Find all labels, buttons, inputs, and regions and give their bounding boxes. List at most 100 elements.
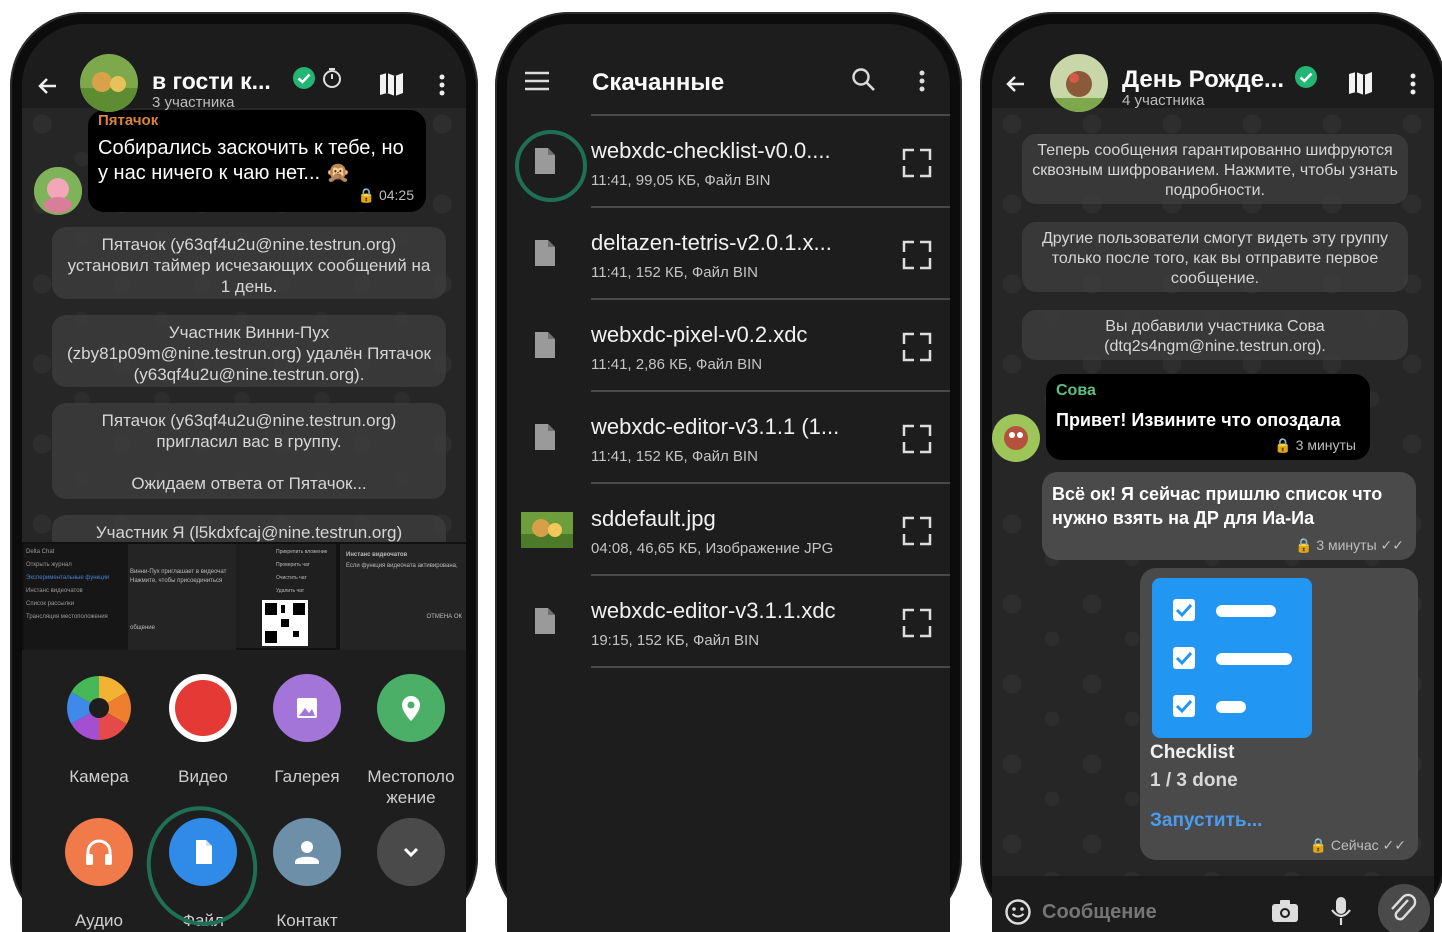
file-row[interactable]: deltazen-tetris-v2.0.1.x... 11:41, 152 К… — [507, 208, 950, 300]
phone-frame-1: Пятачок Собирались заскочить к тебе, но … — [10, 12, 478, 932]
system-message: Пятачок (y63qf4u2u@nine.testrun.org) уст… — [52, 227, 446, 299]
expand-icon[interactable] — [900, 606, 934, 640]
system-message: Другие пользователи смогут видеть эту гр… — [1022, 222, 1408, 292]
message-composer — [992, 876, 1434, 932]
thumb-text: Инстанс видеочатов — [346, 552, 408, 558]
message-text: Всё ок! Я сейчас пришлю список что нужно… — [1052, 484, 1383, 528]
emoji-icon[interactable] — [1004, 898, 1032, 926]
file-icon — [535, 608, 555, 634]
file-icon — [535, 332, 555, 358]
highlight-circle — [146, 806, 258, 926]
expand-icon[interactable] — [900, 238, 934, 272]
file-meta: 11:41, 99,05 КБ, Файл BIN — [591, 172, 771, 189]
camera-icon[interactable] — [1270, 898, 1300, 924]
chat-subtitle: 4 участника — [1122, 92, 1205, 109]
chat-header: День Рожде... 4 участника — [992, 24, 1434, 112]
location-label: Местополо жение — [367, 767, 455, 807]
launch-app-link[interactable]: Запустить... — [1150, 810, 1262, 832]
file-row[interactable]: webxdc-editor-v3.1.1 (1... 11:41, 152 КБ… — [507, 392, 950, 484]
timer-icon — [323, 68, 341, 88]
media-thumbnail[interactable]: Delta Chat Открыть журнал Эксперименталь… — [24, 544, 128, 652]
thumb-text: Очистить чат — [276, 575, 307, 581]
location-button[interactable] — [377, 674, 445, 742]
thumb-text: Проверить чат — [276, 562, 310, 568]
system-message: Вы добавили участника Сова (dtq2s4ngm@ni… — [1022, 310, 1408, 360]
thumb-text: Винни-Пух приглашает в видеочат — [130, 569, 227, 575]
highlight-circle — [515, 130, 587, 202]
file-name: webxdc-checklist-v0.0.... — [591, 138, 831, 163]
back-arrow-icon[interactable] — [36, 74, 60, 98]
back-arrow-icon[interactable] — [1004, 72, 1028, 96]
downloads-header: Скачанные — [507, 24, 950, 116]
system-message[interactable]: Теперь сообщения гарантированно шифруютс… — [1022, 134, 1408, 204]
hamburger-menu-icon[interactable] — [524, 71, 550, 91]
checklist-row — [1172, 646, 1302, 677]
overflow-menu-icon[interactable] — [438, 73, 446, 97]
checklist-app-icon[interactable] — [1152, 578, 1312, 738]
checkbox-checked-icon — [1173, 647, 1292, 669]
gallery-button[interactable] — [273, 674, 341, 742]
page-title: Скачанные — [592, 69, 725, 96]
overflow-menu-icon[interactable] — [918, 69, 926, 93]
camera-label: Камера — [69, 767, 129, 786]
verified-icon — [1295, 66, 1317, 88]
overflow-menu-icon[interactable] — [1409, 72, 1417, 96]
thumb-text: Если функция видеочата активирована, — [346, 563, 458, 569]
app-message-bubble[interactable]: Checklist 1 / 3 done Запустить... 🔒 Сейч… — [1140, 568, 1418, 860]
expand-icon[interactable] — [900, 422, 934, 456]
group-avatar[interactable] — [1050, 54, 1108, 112]
checklist-row — [1172, 598, 1302, 629]
chat-title[interactable]: в гости к... — [152, 68, 271, 95]
chat-title[interactable]: День Рожде... — [1122, 66, 1284, 94]
thumb-text: Инстанс видеочатов — [26, 588, 83, 594]
expand-icon[interactable] — [900, 146, 934, 180]
file-row[interactable]: webxdc-editor-v3.1.1.xdc 19:15, 152 КБ, … — [507, 576, 950, 668]
message-input[interactable] — [1040, 896, 1244, 928]
location-icon — [402, 696, 420, 721]
expand-icon[interactable] — [900, 514, 934, 548]
file-row[interactable]: webxdc-checklist-v0.0.... 11:41, 99,05 К… — [507, 116, 950, 208]
file-meta: 19:15, 152 КБ, Файл BIN — [591, 632, 760, 649]
checkbox-checked-icon — [1173, 599, 1276, 621]
map-icon[interactable] — [1347, 70, 1375, 96]
media-thumbnail[interactable]: Прикрепить вложение Проверить чат Очисти… — [236, 544, 336, 648]
message-time: 🔒 3 минуты ✓✓ — [1294, 537, 1404, 553]
media-thumbnail[interactable]: Инстанс видеочатов Если функция видеочат… — [340, 544, 466, 660]
video-label: Видео — [178, 767, 228, 786]
system-message: Пятачок (y63qf4u2u@nine.testrun.org) при… — [52, 403, 446, 499]
file-row[interactable]: sddefault.jpg 04:08, 46,65 КБ, Изображен… — [507, 484, 950, 576]
chat-screen-3: Теперь сообщения гарантированно шифруютс… — [992, 24, 1434, 932]
message-bubble-incoming[interactable]: Сова Привет! Извините что опоздала 🔒 3 м… — [1046, 374, 1370, 460]
app-name: Checklist — [1150, 742, 1235, 763]
image-thumbnail — [521, 504, 573, 556]
message-bubble-outgoing[interactable]: Всё ок! Я сейчас пришлю список что нужно… — [1042, 472, 1416, 560]
attach-button[interactable] — [1378, 884, 1430, 932]
group-avatar[interactable] — [80, 54, 138, 112]
file-name: webxdc-pixel-v0.2.xdc — [591, 322, 808, 347]
sender-avatar[interactable] — [992, 414, 1040, 462]
video-button[interactable] — [169, 674, 237, 742]
map-icon[interactable] — [378, 71, 406, 97]
sender-name: Пятачок — [98, 112, 159, 129]
app-status: 1 / 3 done — [1150, 770, 1238, 791]
audio-button[interactable] — [65, 818, 133, 886]
checkbox-checked-icon — [1173, 695, 1246, 717]
camera-button[interactable] — [65, 674, 133, 742]
sender-avatar[interactable] — [34, 167, 82, 215]
media-thumbnail[interactable]: Винни-Пух приглашает в видеочат Нажмите,… — [128, 544, 236, 652]
chat-header: в гости к... 3 участника — [22, 24, 466, 112]
sender-name: Сова — [1056, 382, 1096, 399]
gallery-label: Галерея — [274, 767, 340, 786]
more-button[interactable] — [377, 818, 445, 886]
file-row[interactable]: webxdc-pixel-v0.2.xdc 11:41, 2,86 КБ, Фа… — [507, 300, 950, 392]
divider — [591, 666, 950, 668]
message-bubble-incoming[interactable]: Пятачок Собирались заскочить к тебе, но … — [88, 110, 426, 212]
expand-icon[interactable] — [900, 330, 934, 364]
thumb-text: Трансляция местоположения — [26, 614, 108, 620]
search-icon[interactable] — [851, 67, 877, 93]
microphone-icon[interactable] — [1330, 896, 1352, 926]
qr-code-icon — [262, 600, 308, 646]
phone-frame-3: Теперь сообщения гарантированно шифруютс… — [980, 12, 1442, 932]
paperclip-icon — [1391, 893, 1417, 921]
contact-button[interactable] — [273, 818, 341, 886]
